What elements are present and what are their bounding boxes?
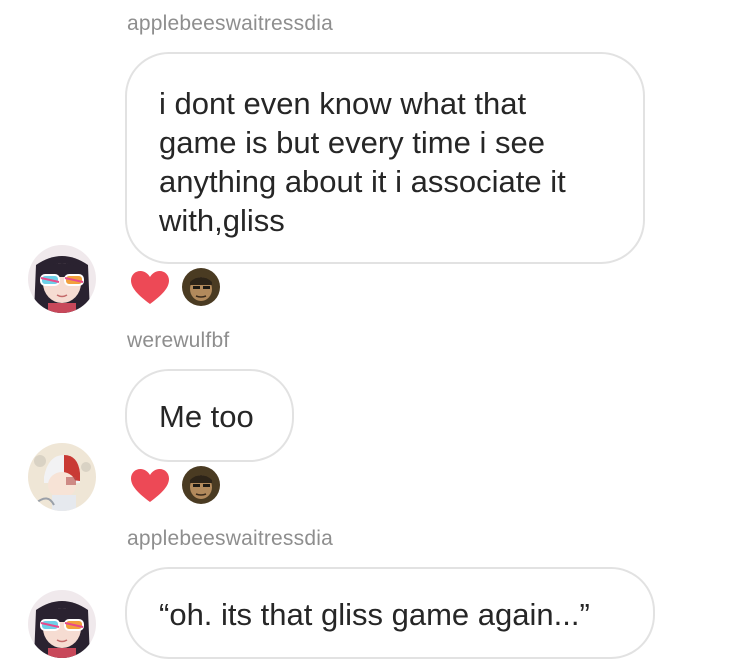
avatar[interactable] bbox=[28, 245, 96, 313]
message-username[interactable]: applebeeswaitressdia bbox=[127, 12, 333, 36]
message-bubble[interactable]: i dont even know what that game is but e… bbox=[125, 52, 645, 264]
message-bubble[interactable]: Me too bbox=[125, 369, 294, 462]
message-username[interactable]: applebeeswaitressdia bbox=[127, 527, 333, 551]
message-text-line: with,gliss bbox=[159, 203, 285, 238]
avatar[interactable] bbox=[28, 443, 96, 511]
message-text-line: i dont even know what that bbox=[159, 86, 527, 121]
message-username[interactable]: werewulfbf bbox=[127, 329, 229, 353]
message-bubble[interactable]: “oh. its that gliss game again...” bbox=[125, 567, 655, 659]
message-text-line: game is but every time i see bbox=[159, 125, 545, 160]
reactor-avatar[interactable] bbox=[182, 268, 220, 306]
reactor-avatar[interactable] bbox=[182, 466, 220, 504]
heart-icon[interactable] bbox=[130, 270, 170, 306]
message-text-line: anything about it i associate it bbox=[159, 164, 566, 199]
avatar[interactable] bbox=[28, 590, 96, 658]
message-text-line: “oh. its that gliss game again...” bbox=[159, 597, 590, 632]
message-text-line: Me too bbox=[159, 399, 254, 434]
heart-icon[interactable] bbox=[130, 468, 170, 504]
